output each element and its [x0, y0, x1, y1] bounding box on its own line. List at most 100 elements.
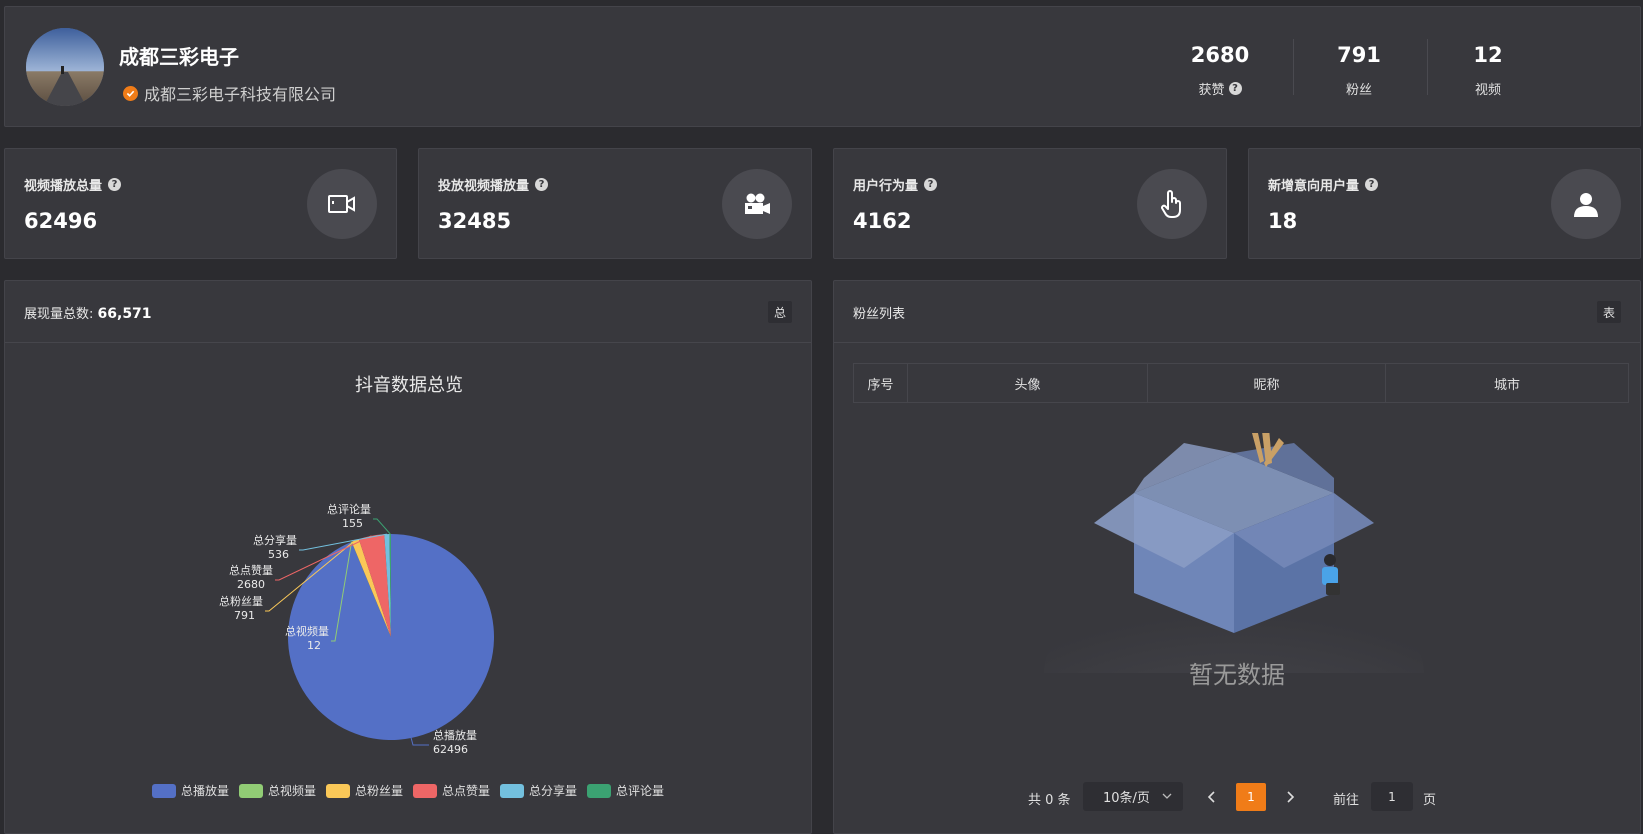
column-avatar[interactable]: 头像: [908, 364, 1148, 402]
legend-swatch: [587, 783, 612, 798]
impressions-total-label: 展现量总数:: [24, 307, 98, 322]
help-icon[interactable]: ?: [108, 178, 122, 191]
legend-label: 总粉丝量: [354, 784, 403, 798]
legend-item[interactable]: 总点赞量: [413, 782, 490, 799]
legend-item[interactable]: 总粉丝量: [325, 782, 403, 799]
legend-item[interactable]: 总评论量: [587, 782, 664, 799]
page-number-current[interactable]: 1: [1236, 783, 1266, 811]
help-icon[interactable]: ?: [1365, 178, 1379, 191]
chart-title: 抖音数据总览: [355, 375, 463, 396]
card-title: 投放视频播放量: [438, 179, 530, 194]
card-title: 用户行为量: [853, 179, 919, 194]
card-value: 4162: [853, 209, 912, 233]
help-icon[interactable]: ?: [535, 178, 549, 191]
user-icon: [1551, 169, 1621, 239]
legend-swatch: [325, 783, 350, 798]
chevron-right-icon[interactable]: [1282, 789, 1298, 805]
stat-fans: 791 粉丝: [1294, 43, 1424, 98]
pagination: 共 0 条 10条/页 1 前往 页: [834, 782, 1640, 812]
card-user-actions: 用户行为量? 4162: [833, 148, 1227, 259]
overview-panel: 展现量总数: 66,571 总 抖音数据总览 总播放量 62496 总视频量 12 总粉…: [4, 280, 812, 834]
stat-likes: 2680 获赞?: [1155, 43, 1285, 98]
column-index[interactable]: 序号: [854, 364, 908, 402]
card-new-intent-users: 新增意向用户量? 18: [1248, 148, 1641, 259]
help-icon[interactable]: ?: [924, 178, 938, 191]
stat-videos-label: 视频: [1474, 83, 1501, 98]
legend-item[interactable]: 总播放量: [151, 782, 229, 799]
page-suffix: 页: [1423, 793, 1437, 808]
card-value: 18: [1268, 209, 1298, 233]
pie-chart: 抖音数据总览 总播放量62496 总视频量12 总粉丝量791 总点赞量2680 总分享…: [219, 375, 494, 756]
legend-swatch: [238, 783, 263, 798]
profile-header: 成都三彩电子 成都三彩电子科技有限公司 2680 获赞? 791 粉丝 12 视…: [4, 6, 1641, 127]
impressions-total-value: 66,571: [97, 306, 152, 322]
pointer-hand-icon: [1137, 169, 1207, 239]
legend-swatch: [413, 783, 437, 798]
pie-label-value: 791: [234, 609, 255, 622]
pie-label-name: 总点赞量: [229, 563, 273, 577]
card-video-plays: 视频播放总量? 62496: [4, 148, 397, 259]
pie-label-value: 536: [268, 548, 289, 561]
empty-text: 暂无数据: [1189, 661, 1285, 689]
avatar[interactable]: [26, 28, 104, 106]
stat-videos: 12 视频: [1423, 43, 1553, 98]
pie-label-value: 155: [342, 517, 363, 530]
stat-fans-label: 粉丝: [1345, 83, 1372, 98]
video-camera-icon: [307, 169, 377, 239]
pie-label-name: 总分享量: [253, 533, 297, 547]
legend-item[interactable]: 总分享量: [500, 782, 577, 799]
empty-box-illustration: [1044, 433, 1424, 673]
pie-leader-line: [373, 518, 391, 535]
legend-swatch: [151, 783, 176, 798]
pie-leader-line: [410, 737, 429, 746]
fans-panel-title: 粉丝列表: [853, 307, 906, 322]
overview-tag[interactable]: 总: [768, 301, 792, 323]
card-value: 32485: [438, 209, 512, 233]
page-size-select[interactable]: 10条/页: [1083, 782, 1183, 811]
pie-label-value: 2680: [237, 578, 265, 591]
stat-likes-value: 2680: [1190, 43, 1250, 67]
avatar-photo: [26, 28, 104, 106]
fans-table-header: 序号 头像 昵称 城市: [853, 363, 1629, 403]
help-icon[interactable]: ?: [1228, 82, 1242, 95]
card-promoted-plays: 投放视频播放量? 32485: [418, 148, 812, 259]
goto-page-input[interactable]: [1371, 782, 1413, 811]
legend-label: 总分享量: [529, 784, 578, 798]
verified-check-icon: [123, 85, 138, 101]
legend-label: 总播放量: [180, 784, 229, 798]
stat-videos-value: 12: [1473, 43, 1503, 67]
goto-label: 前往: [1333, 793, 1360, 808]
chevron-down-icon: [1162, 793, 1172, 799]
card-value: 62496: [24, 209, 98, 233]
card-title: 视频播放总量: [24, 179, 103, 194]
chart-legend: 总播放量 总视频量 总粉丝量 总点赞量 总分享量 总评论量: [5, 782, 811, 799]
pie-label-value: 12: [307, 639, 321, 652]
chevron-left-icon[interactable]: [1204, 789, 1220, 805]
legend-item[interactable]: 总视频量: [238, 782, 316, 799]
legend-label: 总点赞量: [442, 784, 491, 798]
legend-label: 总评论量: [616, 784, 665, 798]
impressions-total: 展现量总数: 66,571: [24, 303, 152, 322]
pie-label-value: 62496: [433, 743, 468, 756]
card-title: 新增意向用户量: [1268, 179, 1360, 194]
page-size-value: 10条/页: [1103, 791, 1150, 806]
pie-label-name: 总播放量: [433, 728, 477, 742]
pagination-total: 共 0 条: [1028, 793, 1071, 808]
pie-label-name: 总评论量: [327, 502, 371, 516]
column-city[interactable]: 城市: [1386, 364, 1628, 402]
fans-tag[interactable]: 表: [1597, 301, 1621, 323]
verified-company: 成都三彩电子科技有限公司: [123, 81, 336, 105]
overview-panel-header: 展现量总数: 66,571 总: [5, 281, 811, 343]
column-nickname[interactable]: 昵称: [1148, 364, 1386, 402]
movie-camera-icon: [722, 169, 792, 239]
legend-swatch: [500, 783, 525, 798]
account-name: 成都三彩电子: [119, 45, 239, 69]
fans-panel: 粉丝列表 表 序号 头像 昵称 城市 暂无数据 共 0 条 10条/页 1 前往…: [833, 280, 1641, 834]
pie-label-name: 总粉丝量: [219, 594, 263, 608]
stat-likes-label: 获赞: [1198, 83, 1225, 98]
verified-company-label: 成都三彩电子科技有限公司: [144, 85, 337, 104]
stat-fans-value: 791: [1337, 43, 1381, 67]
fans-panel-header: 粉丝列表 表: [834, 281, 1640, 343]
pie-label-name: 总视频量: [285, 624, 329, 638]
legend-label: 总视频量: [267, 784, 316, 798]
